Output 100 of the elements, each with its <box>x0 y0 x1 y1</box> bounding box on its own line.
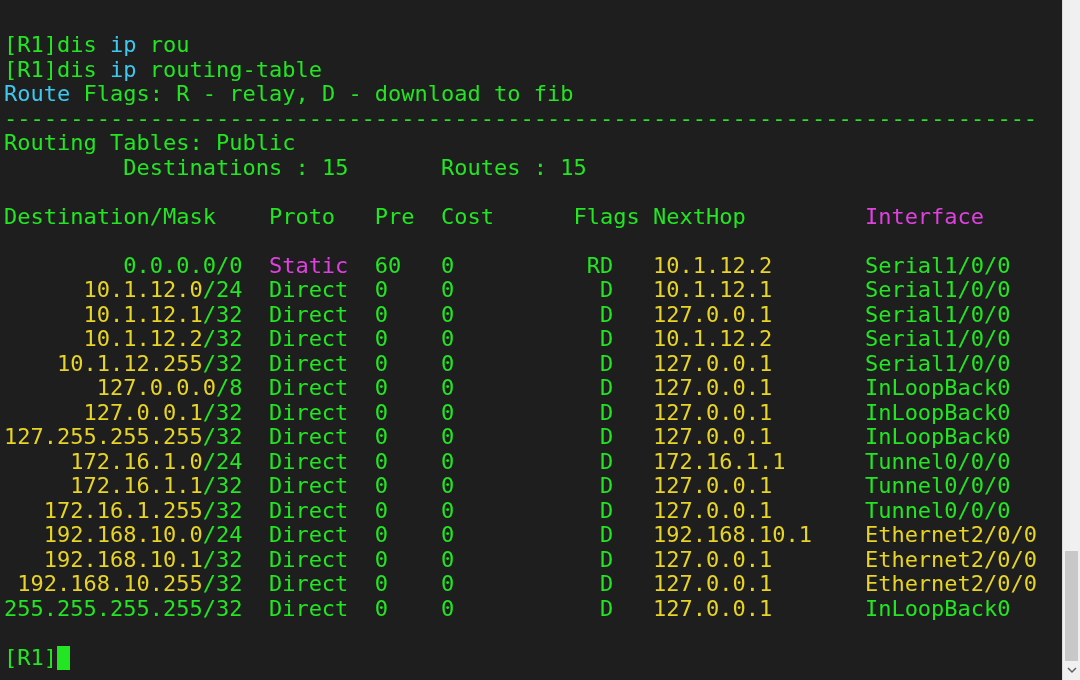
table-cell: 0 <box>441 547 455 572</box>
table-cell: InLoopBack0 <box>864 376 1011 401</box>
table-cell: 127.0.0.1 <box>652 498 773 523</box>
table-cell: 0 <box>441 327 455 352</box>
summary-text: Routes : 15 <box>441 155 587 180</box>
table-cell: 0 <box>374 572 389 597</box>
column-header: Cost <box>441 204 495 229</box>
scroll-bar[interactable] <box>1062 0 1080 680</box>
table-cell: 127.0.0.1 <box>652 596 773 621</box>
prompt: [R1] <box>4 645 57 670</box>
command-line: [R1]dis ip rou <box>4 33 191 58</box>
column-header: Interface <box>864 204 985 229</box>
table-cell: D <box>600 474 614 499</box>
table-cell: 0 <box>374 425 389 450</box>
command-line: [R1]dis ip routing-table <box>4 57 323 82</box>
table-cell: 0 <box>374 498 389 523</box>
table-cell: Direct <box>268 327 349 352</box>
table-cell: Serial1/0/0 <box>864 278 1011 303</box>
table-cell: 192.168.10.1 <box>652 523 812 548</box>
table-cell: 0 <box>441 474 455 499</box>
table-cell: 172.16.1.255/32 <box>43 498 243 523</box>
table-cell: 0 <box>441 400 455 425</box>
table-cell: D <box>600 547 614 572</box>
table-cell: Serial1/0/0 <box>864 302 1011 327</box>
table-cell: Direct <box>268 474 349 499</box>
table-cell: 10.1.12.1/32 <box>83 302 243 327</box>
table-cell: Direct <box>268 572 349 597</box>
table-title: Routing Tables: Public <box>4 131 297 156</box>
table-cell: 0 <box>441 498 455 523</box>
table-cell: D <box>600 596 614 621</box>
table-cell: 127.0.0.1 <box>652 376 773 401</box>
table-cell: InLoopBack0 <box>864 425 1011 450</box>
table-cell: Static <box>268 253 349 278</box>
table-cell: Direct <box>268 498 349 523</box>
table-cell: 10.1.12.2/32 <box>83 327 243 352</box>
table-cell: D <box>600 400 614 425</box>
table-cell: 0 <box>374 474 389 499</box>
table-cell: Direct <box>268 425 349 450</box>
column-header: Pre <box>374 204 415 229</box>
table-cell: 127.0.0.1 <box>652 572 773 597</box>
table-cell: Tunnel0/0/0 <box>864 474 1011 499</box>
table-cell: D <box>600 376 614 401</box>
table-cell: 127.0.0.1/32 <box>83 400 243 425</box>
table-cell: 0 <box>374 547 389 572</box>
table-cell: Tunnel0/0/0 <box>864 449 1011 474</box>
table-cell: 60 <box>374 253 402 278</box>
table-cell: Direct <box>268 302 349 327</box>
table-cell: 255.255.255.255/32 <box>3 596 243 621</box>
column-header: NextHop <box>652 204 746 229</box>
table-cell: 0 <box>441 596 455 621</box>
table-cell: 0 <box>441 302 455 327</box>
table-cell: 127.0.0.1 <box>652 425 773 450</box>
table-cell: Direct <box>268 400 349 425</box>
table-cell: 127.0.0.1 <box>652 547 773 572</box>
table-cell: 0 <box>441 376 455 401</box>
table-cell: D <box>600 351 614 376</box>
table-cell: 0 <box>374 523 389 548</box>
table-cell: 172.16.1.0/24 <box>70 449 243 474</box>
table-cell: Direct <box>268 351 349 376</box>
table-cell: Ethernet2/0/0 <box>864 547 1038 572</box>
table-cell: 0 <box>374 449 389 474</box>
table-cell: 10.1.12.0/24 <box>83 278 243 303</box>
table-cell: D <box>600 498 614 523</box>
table-cell: 192.168.10.1/32 <box>43 547 243 572</box>
table-cell: 0 <box>374 400 389 425</box>
table-cell: 10.1.12.255/32 <box>56 351 243 376</box>
table-cell: 192.168.10.255/32 <box>17 572 243 597</box>
table-cell: 0 <box>374 596 389 621</box>
column-header: Flags <box>573 204 640 229</box>
table-cell: Direct <box>268 523 349 548</box>
table-cell: 127.0.0.1 <box>652 474 773 499</box>
table-cell: Serial1/0/0 <box>864 253 1011 278</box>
table-cell: 10.1.12.2 <box>652 253 773 278</box>
table-cell: 0 <box>441 425 455 450</box>
cursor <box>57 645 71 670</box>
table-cell: RD <box>586 253 614 278</box>
table-cell: 0 <box>441 351 455 376</box>
scroll-thumb[interactable] <box>1065 551 1078 661</box>
table-cell: 127.0.0.0/8 <box>96 376 243 401</box>
table-cell: InLoopBack0 <box>864 596 1011 621</box>
table-cell: 127.255.255.255/32 <box>3 425 243 450</box>
chevron-down-icon[interactable] <box>1066 666 1077 674</box>
column-header: Proto <box>268 204 336 229</box>
table-cell: 0 <box>374 327 389 352</box>
table-cell: D <box>600 302 614 327</box>
table-cell: 127.0.0.1 <box>652 302 773 327</box>
table-cell: 0 <box>374 278 389 303</box>
table-cell: Direct <box>268 278 349 303</box>
table-cell: 0 <box>441 572 455 597</box>
table-cell: Direct <box>268 596 349 621</box>
table-cell: Tunnel0/0/0 <box>864 498 1011 523</box>
table-cell: D <box>600 278 614 303</box>
table-cell: 10.1.12.2 <box>652 327 773 352</box>
table-cell: 0 <box>374 376 389 401</box>
table-cell: 0 <box>441 449 455 474</box>
table-cell: 0 <box>441 278 455 303</box>
table-cell: 0 <box>374 351 389 376</box>
table-cell: D <box>600 449 614 474</box>
command-line: Route Flags: R - relay, D - download to fib <box>4 82 575 107</box>
table-cell: 172.16.1.1 <box>652 449 786 474</box>
